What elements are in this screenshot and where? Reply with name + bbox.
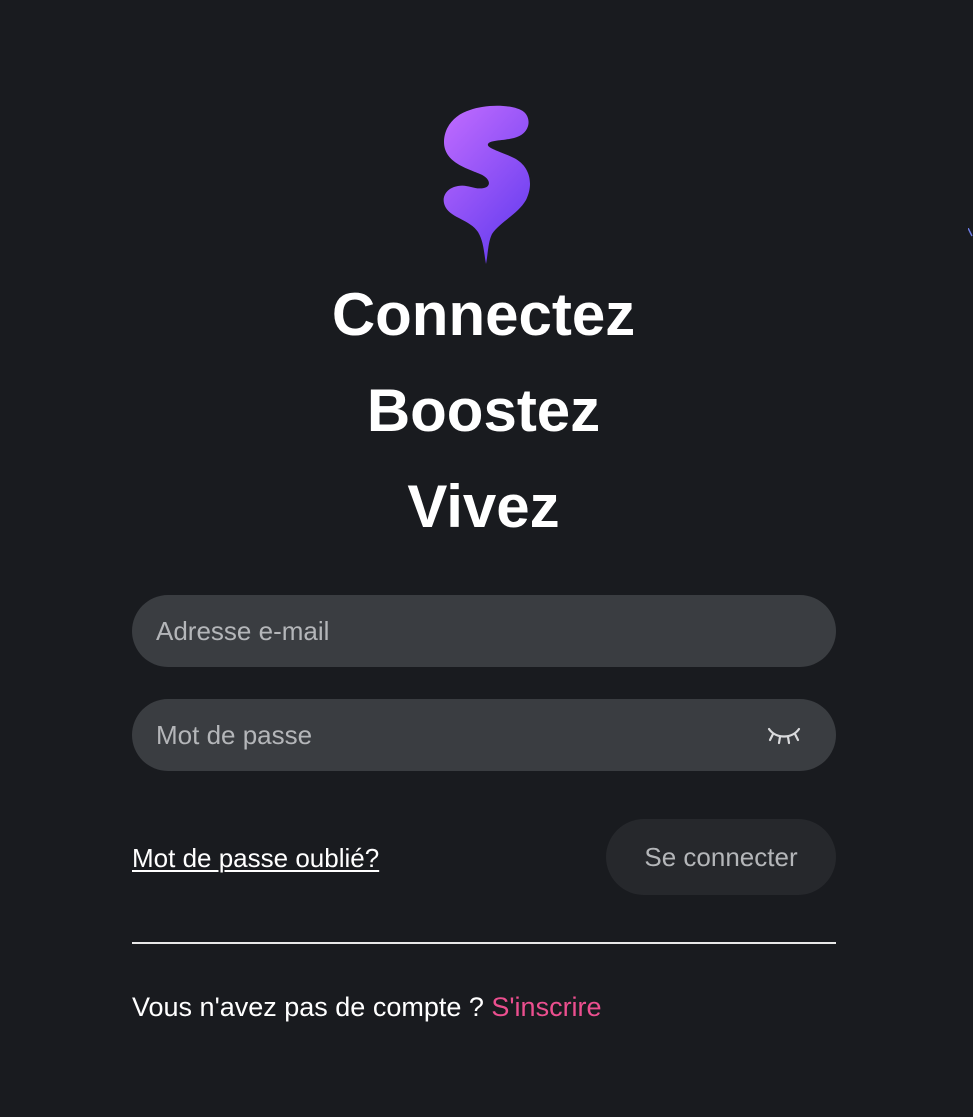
signup-link[interactable]: S'inscrire bbox=[491, 992, 601, 1022]
signup-prompt: Vous n'avez pas de compte ? S'inscrire bbox=[132, 988, 602, 1026]
login-page: Connectez Boostez Vivez Mot de passe oub… bbox=[0, 0, 973, 1117]
password-input[interactable] bbox=[132, 699, 836, 771]
eye-closed-icon[interactable] bbox=[766, 723, 802, 747]
divider bbox=[132, 942, 836, 944]
slogan-line-2: Boostez bbox=[366, 377, 601, 444]
slogan-line-1: Connectez bbox=[331, 281, 636, 348]
email-input[interactable] bbox=[132, 595, 836, 667]
password-field-wrapper bbox=[132, 699, 836, 771]
slogan-line-3: Vivez bbox=[407, 473, 560, 540]
login-button[interactable]: Se connecter bbox=[606, 819, 836, 895]
forgot-password-link[interactable]: Mot de passe oublié? bbox=[132, 840, 379, 876]
email-field-wrapper bbox=[132, 595, 836, 667]
edge-decoration-icon bbox=[968, 228, 973, 237]
brand-logo-icon bbox=[443, 105, 530, 265]
signup-prompt-text: Vous n'avez pas de compte ? bbox=[132, 992, 492, 1022]
